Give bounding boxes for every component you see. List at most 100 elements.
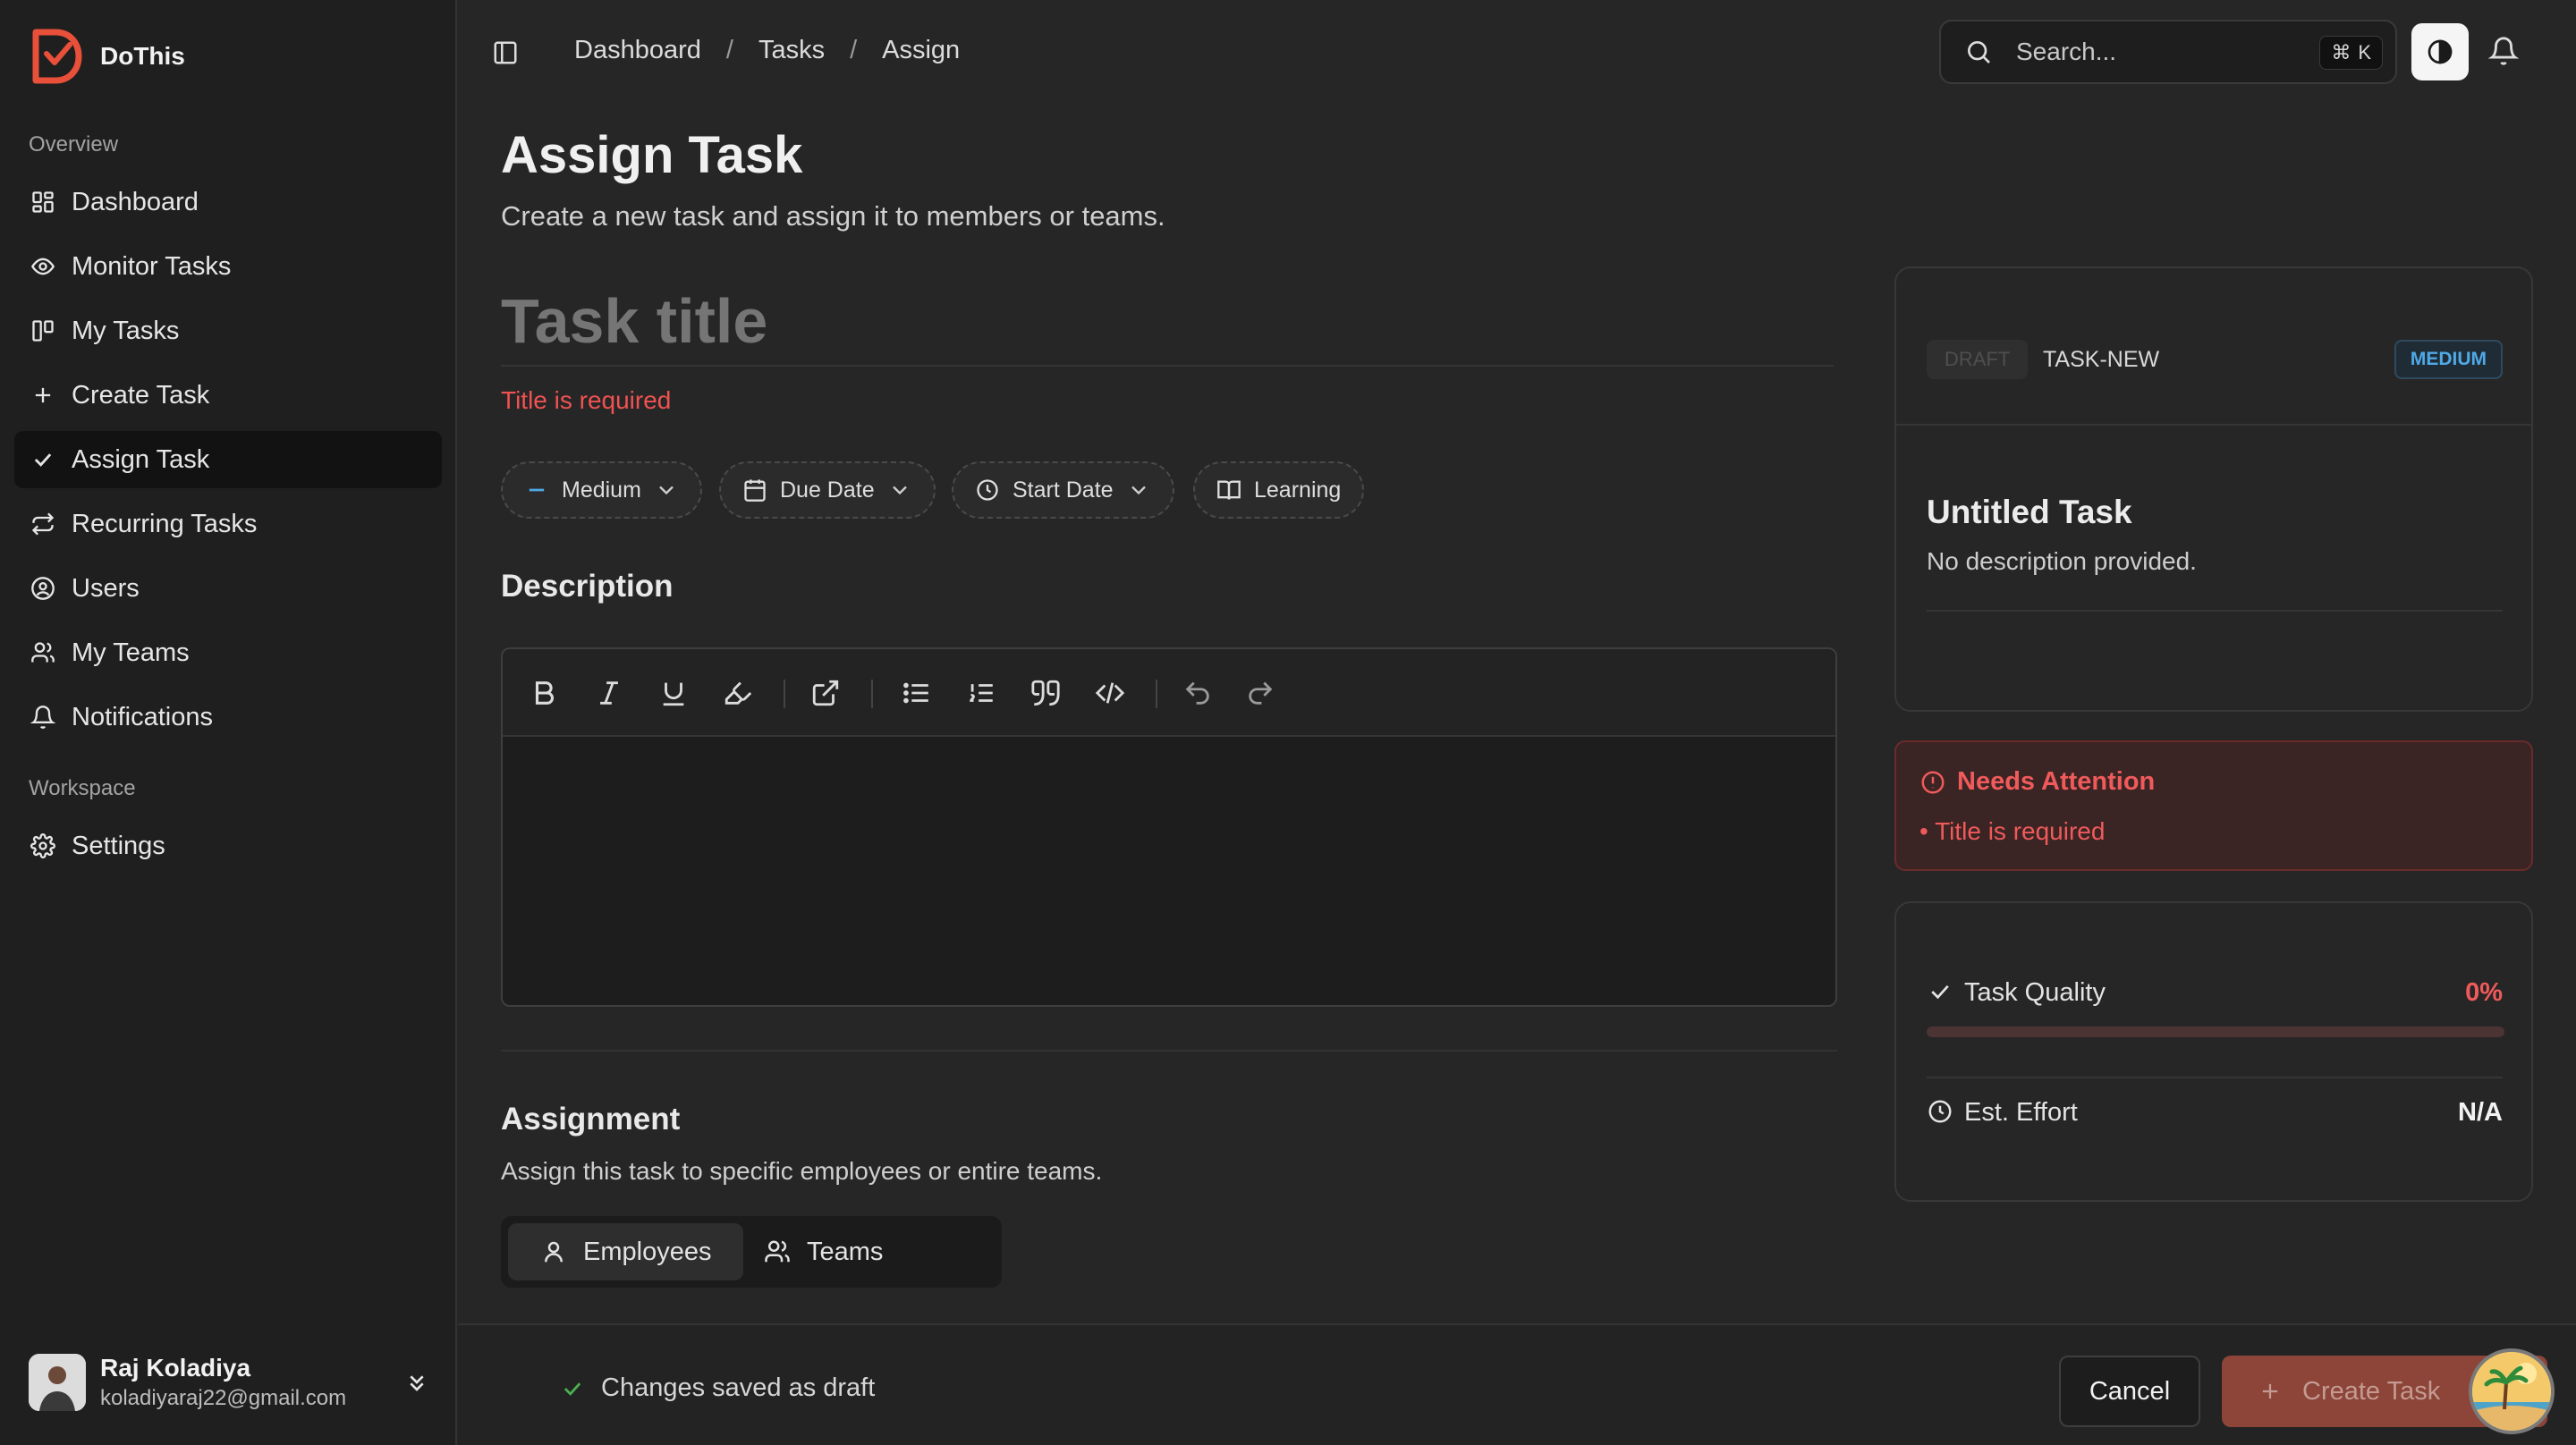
- breadcrumb-dashboard[interactable]: Dashboard: [574, 36, 701, 65]
- notifications-bell-icon[interactable]: [2488, 36, 2519, 66]
- bullet-list-icon[interactable]: [902, 678, 932, 708]
- due-date-picker[interactable]: Due Date: [719, 461, 936, 519]
- breadcrumb-separator: /: [725, 36, 733, 64]
- grid-icon: [32, 191, 54, 213]
- code-icon[interactable]: [1095, 678, 1125, 708]
- tab-teams[interactable]: Teams: [732, 1223, 915, 1280]
- create-task-label: Create Task: [2302, 1376, 2441, 1406]
- sidebar-item-label: Settings: [72, 831, 165, 860]
- theme-toggle-button[interactable]: [2411, 23, 2469, 80]
- chevron-down-icon: [659, 486, 674, 495]
- category-select[interactable]: Learning: [1193, 461, 1365, 519]
- kanban-icon: [32, 320, 54, 342]
- task-quality-card: Task Quality 0% Est. Effort N/A: [1894, 901, 2533, 1202]
- calendar-icon: [744, 479, 766, 502]
- sidebar-item-settings[interactable]: Settings: [14, 817, 442, 875]
- sidebar-item-label: Notifications: [72, 702, 213, 731]
- clock-icon: [977, 479, 998, 501]
- sidebar-item-monitor-tasks[interactable]: Monitor Tasks: [14, 238, 442, 295]
- search-input[interactable]: Search... ⌘ K: [1939, 20, 2397, 84]
- link-icon[interactable]: [810, 678, 841, 708]
- card-divider: [1927, 1077, 2503, 1078]
- assignment-type-tabs: Employees Teams: [501, 1216, 1002, 1288]
- shortcut-key: K: [2358, 41, 2371, 63]
- tab-employees[interactable]: Employees: [508, 1223, 744, 1280]
- sidebar-item-label: Create Task: [72, 380, 210, 410]
- sidebar-item-label: Recurring Tasks: [72, 509, 258, 538]
- chevron-down-icon: [892, 486, 907, 495]
- redo-icon[interactable]: [1245, 678, 1275, 708]
- users-icon: [31, 642, 55, 663]
- sidebar-item-create-task[interactable]: Create Task: [14, 367, 442, 424]
- breadcrumb-tasks[interactable]: Tasks: [758, 36, 825, 65]
- sidebar-item-label: Assign Task: [72, 444, 210, 474]
- alert-title: Needs Attention: [1957, 767, 2156, 796]
- search-icon: [1968, 41, 1990, 63]
- description-heading: Description: [501, 569, 674, 604]
- toolbar-divider: [871, 680, 873, 708]
- preview-description: No description provided.: [1927, 547, 2197, 575]
- sidebar: DoThis Overview Dashboard Monitor Tasks …: [0, 0, 457, 1445]
- priority-select[interactable]: Medium: [501, 461, 702, 519]
- assistant-avatar[interactable]: [2469, 1348, 2555, 1434]
- bell-icon: [30, 706, 55, 729]
- underline-icon[interactable]: [658, 678, 689, 708]
- minus-icon: [529, 488, 545, 492]
- command-key-icon: ⌘: [2331, 41, 2351, 63]
- numbered-list-icon[interactable]: [966, 678, 996, 708]
- section-divider: [501, 1050, 1837, 1052]
- start-date-picker[interactable]: Start Date: [952, 461, 1174, 519]
- sidebar-item-my-tasks[interactable]: My Tasks: [14, 302, 442, 359]
- card-divider: [1927, 610, 2503, 612]
- user-menu[interactable]: Raj Koladiya koladiyaraj22@gmail.com: [29, 1352, 431, 1413]
- alert-item: • Title is required: [1919, 817, 2106, 845]
- task-id: TASK-NEW: [2043, 347, 2160, 372]
- topbar: Dashboard / Tasks / Assign Search... ⌘ K: [458, 0, 2576, 104]
- status-badge: DRAFT: [1927, 340, 2029, 379]
- sidebar-item-label: My Tasks: [72, 316, 180, 345]
- clock-icon: [1928, 1100, 1952, 1123]
- sidebar-item-recurring-tasks[interactable]: Recurring Tasks: [14, 495, 442, 553]
- draft-status-text: Changes saved as draft: [601, 1373, 876, 1402]
- toolbar-divider: [1156, 680, 1157, 708]
- preview-title: Untitled Task: [1927, 494, 2132, 530]
- category-value: Learning: [1254, 477, 1342, 503]
- user-circle-icon: [31, 577, 55, 600]
- effort-value: N/A: [2458, 1098, 2503, 1127]
- alert-circle-icon: [1921, 771, 1945, 794]
- description-editor: [501, 647, 1837, 1007]
- card-divider: [1896, 424, 2531, 426]
- sidebar-item-label: Monitor Tasks: [72, 251, 232, 281]
- quote-icon[interactable]: [1030, 678, 1061, 708]
- gear-icon: [30, 833, 55, 858]
- sidebar-item-assign-task[interactable]: Assign Task: [14, 431, 442, 488]
- effort-label: Est. Effort: [1964, 1098, 2078, 1127]
- highlighter-icon[interactable]: [723, 678, 753, 708]
- users-icon: [765, 1240, 790, 1263]
- editor-content-area[interactable]: [503, 737, 1835, 1005]
- undo-icon[interactable]: [1182, 678, 1213, 708]
- priority-badge: MEDIUM: [2394, 340, 2503, 379]
- cancel-button[interactable]: Cancel: [2059, 1356, 2200, 1427]
- search-placeholder: Search...: [2016, 38, 2117, 65]
- quality-value: 0%: [2465, 978, 2503, 1007]
- avatar: [29, 1354, 86, 1411]
- sidebar-item-users[interactable]: Users: [14, 560, 442, 617]
- due-date-label: Due Date: [780, 477, 875, 503]
- sidebar-item-notifications[interactable]: Notifications: [14, 689, 442, 746]
- task-preview-card: DRAFT TASK-NEW MEDIUM Untitled Task No d…: [1894, 266, 2533, 712]
- brand[interactable]: DoThis: [29, 27, 185, 86]
- repeat-icon: [31, 512, 55, 536]
- eye-icon: [30, 258, 55, 275]
- title-error: Title is required: [501, 386, 672, 414]
- sidebar-item-my-teams[interactable]: My Teams: [14, 624, 442, 681]
- sidebar-item-dashboard[interactable]: Dashboard: [14, 173, 442, 231]
- nav-section-workspace: Workspace: [29, 776, 136, 800]
- italic-icon[interactable]: [594, 678, 624, 708]
- sidebar-item-label: Dashboard: [72, 187, 199, 216]
- sidebar-toggle-icon[interactable]: [492, 39, 519, 66]
- task-title-input[interactable]: [501, 277, 1834, 367]
- chevrons-up-down-icon[interactable]: [402, 1368, 431, 1397]
- bold-icon[interactable]: [530, 678, 560, 708]
- toolbar-divider: [784, 680, 785, 708]
